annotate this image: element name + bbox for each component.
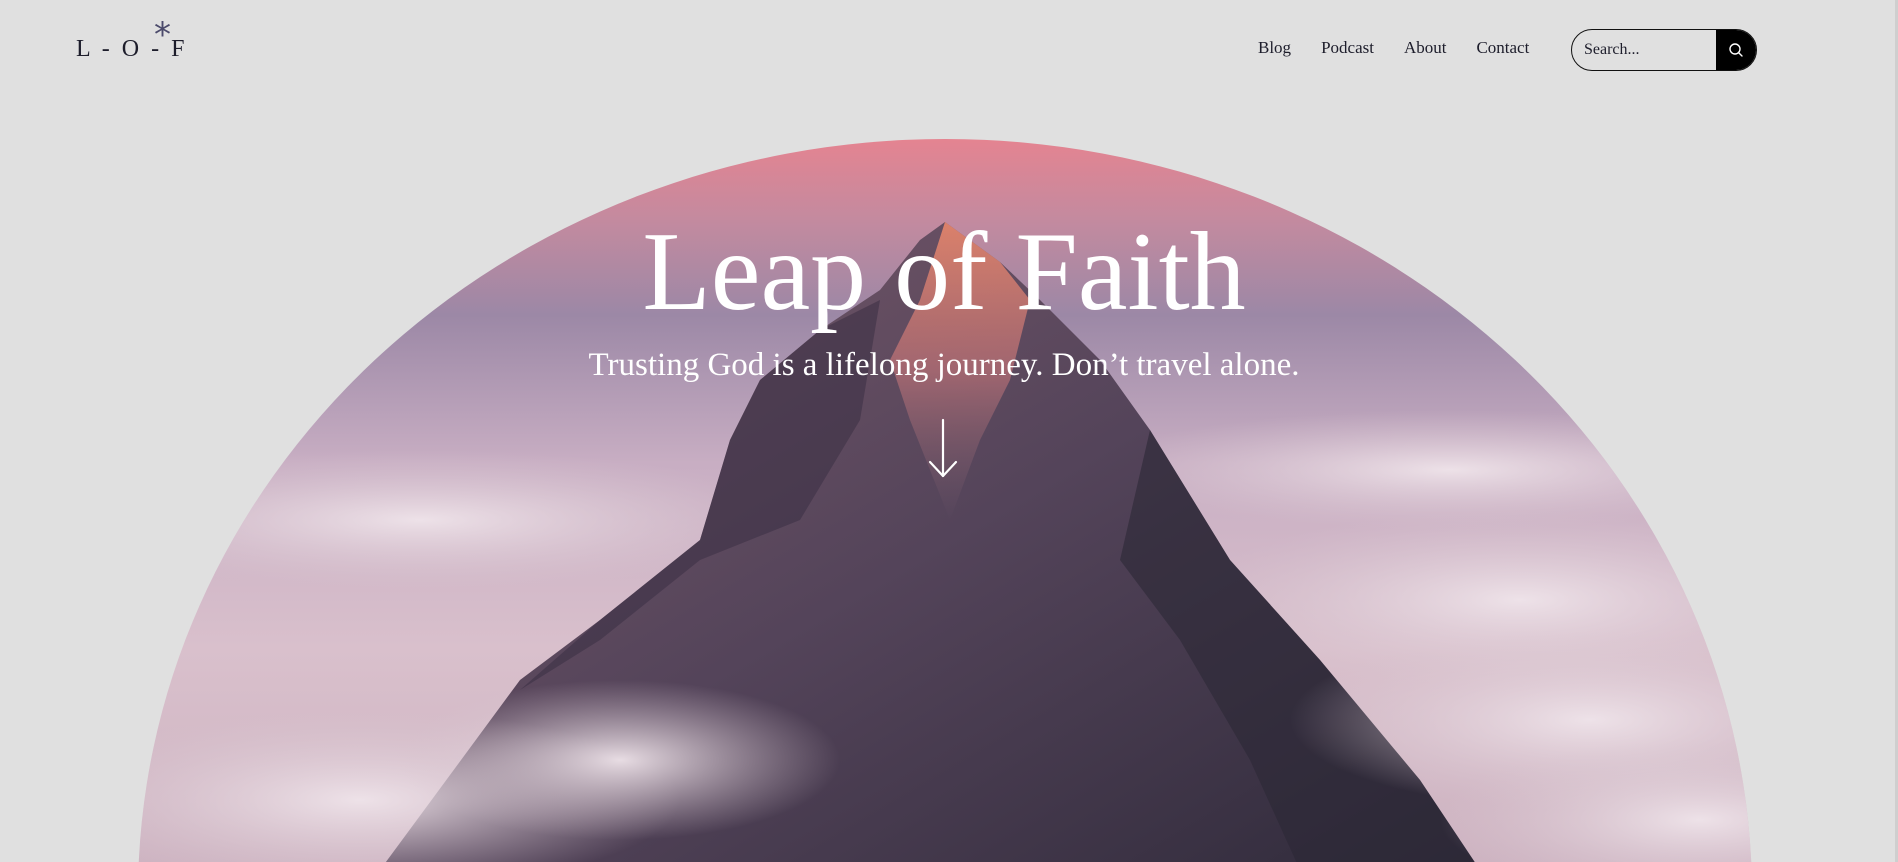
main-nav: Blog Podcast About Contact [1258,38,1559,58]
search-button[interactable] [1716,30,1756,70]
nav-link-podcast[interactable]: Podcast [1321,38,1374,58]
search-input[interactable] [1572,30,1716,70]
nav-link-contact[interactable]: Contact [1476,38,1529,58]
arrow-down-icon[interactable] [926,418,960,480]
nav-link-blog[interactable]: Blog [1258,38,1291,58]
hero-subtitle: Trusting God is a lifelong journey. Don’… [588,347,1300,383]
hero-title: Leap of Faith [642,210,1246,334]
search-box [1571,29,1757,71]
nav-link-about[interactable]: About [1404,38,1447,58]
search-icon [1729,43,1743,57]
logo-asterisk: * [154,15,171,55]
